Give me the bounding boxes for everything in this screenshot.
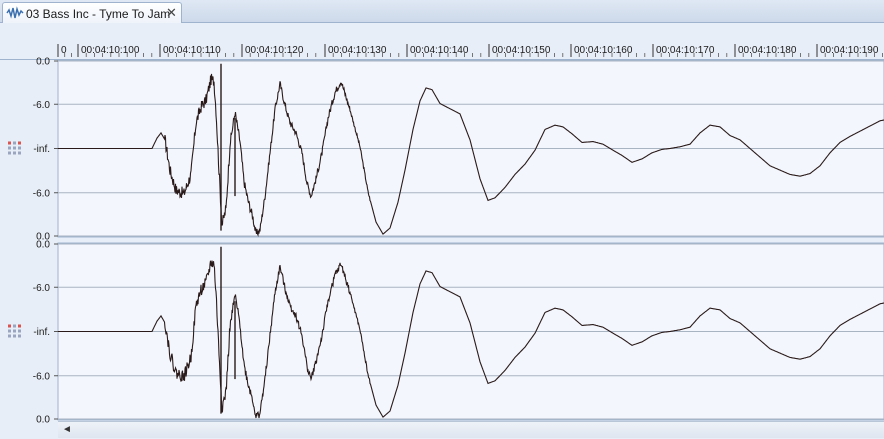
channel-grip-icon[interactable] [8, 141, 21, 155]
amplitude-axis-label: -6.0 [33, 188, 51, 199]
waveform-editor[interactable]: 0 00:04:10:100 00:04:10:110 00:04:10:120 00:… [0, 23, 884, 439]
close-tab-icon[interactable]: ✕ [166, 5, 177, 21]
channel-grip-icon[interactable] [8, 324, 21, 338]
document-tab[interactable]: 03 Bass Inc - Tyme To Jam ✕ [2, 2, 182, 24]
waveform-track[interactable]: 0.0 -6.0 -inf. -6.0 0.0 [0, 240, 884, 426]
amplitude-axis-label: -6.0 [33, 371, 51, 382]
waveform-tracks[interactable]: 0.0-6.0-inf.-6.00.00.0-6.0-inf.-6.00.0 [0, 23, 884, 439]
waveform-track[interactable]: 0.0-6.0-inf.-6.00.0 [0, 57, 884, 243]
waveform-icon [6, 6, 24, 19]
tab-title: 03 Bass Inc - Tyme To Jam [26, 7, 171, 21]
amplitude-axis-label: 0.0 [36, 240, 50, 251]
amplitude-axis-label: -inf. [33, 327, 50, 338]
amplitude-axis-label: 0.0 [36, 415, 50, 426]
amplitude-axis-label: -6.0 [33, 283, 51, 294]
amplitude-axis-label: -6.0 [33, 100, 51, 111]
amplitude-axis-label: -inf. [33, 144, 50, 155]
scroll-left-arrow-icon[interactable]: ◄ [62, 424, 72, 435]
amplitude-axis-label: 0.0 [36, 57, 50, 68]
document-tab-bar: 03 Bass Inc - Tyme To Jam ✕ [0, 0, 884, 24]
horizontal-scrollbar[interactable]: ◄ [58, 421, 884, 438]
